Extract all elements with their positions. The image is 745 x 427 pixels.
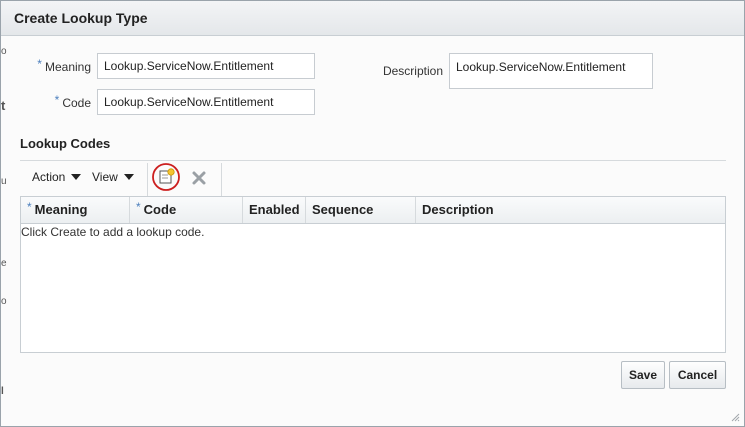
delete-icon xyxy=(192,171,206,185)
column-header-description[interactable]: Description xyxy=(416,197,725,223)
create-lookup-type-dialog: Create Lookup Type o t u e o l * Meaning … xyxy=(0,0,745,427)
code-label-text: Code xyxy=(62,96,91,110)
column-header-label: Code xyxy=(143,202,177,217)
chevron-down-icon xyxy=(71,174,82,180)
toolbar-separator xyxy=(221,163,222,197)
column-header-sequence[interactable]: Sequence xyxy=(306,197,416,223)
description-label: Description xyxy=(382,64,443,78)
background-fragment: l xyxy=(1,386,4,397)
create-button[interactable] xyxy=(152,163,180,191)
lookup-codes-table: * Meaning * Code Enabled Sequence Descript… xyxy=(20,196,726,353)
section-divider xyxy=(20,160,726,161)
meaning-input[interactable] xyxy=(97,53,315,79)
empty-table-message: Click Create to add a lookup code. xyxy=(21,225,205,239)
column-header-label: Sequence xyxy=(312,202,374,217)
lookup-codes-heading: Lookup Codes xyxy=(20,136,111,151)
column-header-meaning[interactable]: * Meaning xyxy=(21,197,130,223)
view-menu-label: View xyxy=(92,170,118,184)
column-header-label: Meaning xyxy=(34,202,88,217)
lookup-codes-toolbar: Action View xyxy=(20,163,726,197)
required-asterisk: * xyxy=(136,200,141,214)
delete-button[interactable] xyxy=(191,170,207,186)
description-textarea[interactable]: Lookup.ServiceNow.Entitlement xyxy=(449,53,653,89)
required-asterisk: * xyxy=(54,93,60,107)
dialog-title: Create Lookup Type xyxy=(14,10,148,26)
column-header-code[interactable]: * Code xyxy=(130,197,243,223)
background-fragment: u xyxy=(1,176,7,187)
create-icon xyxy=(152,163,180,191)
meaning-label: * Meaning xyxy=(31,57,91,74)
required-asterisk: * xyxy=(27,200,32,214)
dialog-content: o t u e o l *Meaning *Code Description L… xyxy=(1,36,744,426)
column-header-enabled[interactable]: Enabled xyxy=(243,197,306,223)
table-header: * Meaning * Code Enabled Sequence Descript… xyxy=(21,197,725,224)
toolbar-separator xyxy=(147,163,148,197)
chevron-down-icon xyxy=(123,174,134,180)
background-fragment: o xyxy=(1,46,7,57)
view-menu-button[interactable]: View xyxy=(92,170,134,184)
code-input[interactable] xyxy=(97,89,315,115)
cancel-button[interactable]: Cancel xyxy=(669,361,726,389)
required-asterisk: * xyxy=(37,57,42,71)
action-menu-button[interactable]: Action xyxy=(32,170,82,184)
background-fragment: t xyxy=(1,98,6,113)
column-header-label: Description xyxy=(422,202,494,217)
save-button[interactable]: Save xyxy=(621,361,665,389)
action-menu-label: Action xyxy=(32,170,66,184)
meaning-label-text: Meaning xyxy=(44,60,91,74)
background-fragment: o xyxy=(1,296,7,307)
resize-grip-icon[interactable] xyxy=(730,412,740,422)
column-header-label: Enabled xyxy=(249,202,300,217)
code-label: * Code xyxy=(31,93,91,110)
background-fragment: e xyxy=(1,258,7,269)
dialog-titlebar[interactable]: Create Lookup Type xyxy=(1,1,744,36)
